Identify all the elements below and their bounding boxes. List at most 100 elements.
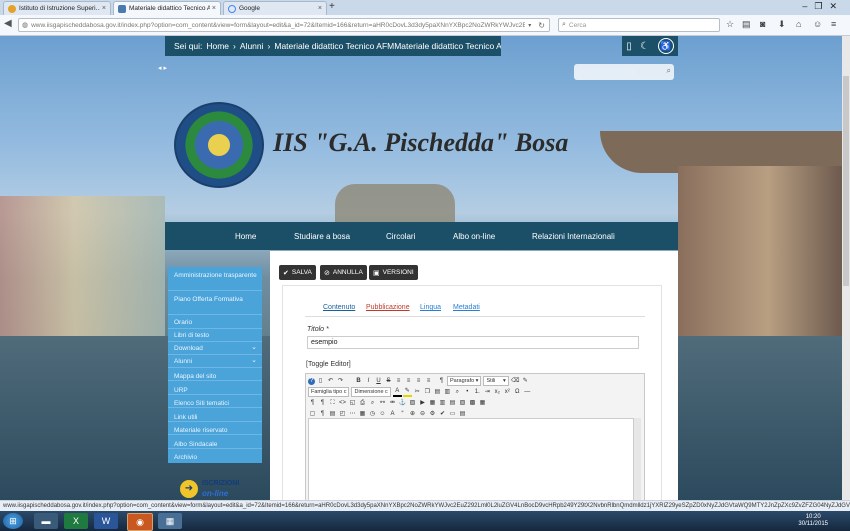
table-merge-icon[interactable]: ▩ (468, 399, 477, 407)
eraser-icon[interactable]: ⌫ (511, 377, 520, 385)
scrollbar-thumb[interactable] (843, 76, 849, 286)
sidebar-item-archivio[interactable]: Archivio (168, 450, 262, 462)
italic-icon[interactable]: I (364, 377, 373, 385)
table-row-icon[interactable]: ▥ (438, 399, 447, 407)
pilcrow-icon[interactable]: ¶ (318, 410, 327, 418)
home-icon[interactable]: ⌂ (796, 19, 801, 29)
delete-icon[interactable]: ⊖ (418, 410, 427, 418)
site-search-input[interactable]: ⌕ (574, 64, 674, 80)
firefox-icon[interactable]: ◉ (127, 513, 153, 531)
save-button[interactable]: ✔ SALVA (279, 265, 316, 280)
time-icon[interactable]: ◷ (368, 410, 377, 418)
strikethrough-icon[interactable]: S (384, 377, 393, 385)
reading-list-icon[interactable]: ▤ (742, 19, 751, 30)
versions-button[interactable]: ▣ VERSIONI (369, 265, 418, 280)
insert-icon[interactable]: ⊕ (408, 410, 417, 418)
blockquote-icon[interactable]: ▤ (458, 410, 467, 418)
sidebar-item-siti-tematici[interactable]: Elenco Siti tematici (168, 396, 262, 408)
align-right-icon[interactable]: ≡ (414, 377, 423, 385)
download-icon[interactable]: ⬇ (778, 19, 786, 30)
window-controls[interactable]: –❐✕ (802, 1, 844, 12)
sidebar-item-libri[interactable]: Libri di testo (168, 330, 262, 342)
browser-tab-google[interactable]: Google × (223, 1, 327, 15)
system-clock[interactable]: 10:20 30/11/2015 (798, 514, 828, 528)
address-bar[interactable]: ◍ www.iisgapischeddabosa.gov.it/index.ph… (18, 18, 550, 32)
excel-icon[interactable]: X (64, 513, 88, 529)
pocket-icon[interactable]: ◙ (760, 19, 765, 29)
browser-tab-materiale[interactable]: Materiale didattico Tecnico AF... × (113, 1, 221, 15)
chat-icon[interactable]: ☺ (813, 19, 822, 29)
sidebar-item-materiale-riservato[interactable]: Materiale riservato (168, 423, 262, 435)
brush-icon[interactable]: ✎ (521, 377, 530, 385)
preview-icon[interactable]: ◱ (348, 399, 357, 407)
date-icon[interactable]: ▦ (358, 410, 367, 418)
image-icon[interactable]: ▨ (408, 399, 417, 407)
abbr-icon[interactable]: A (388, 410, 397, 418)
text-color-icon[interactable]: A (392, 387, 402, 397)
tab-contenuto[interactable]: Contenuto (323, 304, 355, 311)
horizontal-rule-icon[interactable]: — (523, 388, 532, 396)
font-family-select[interactable]: Famiglia tipo c (308, 387, 350, 397)
app-icon[interactable]: ▦ (158, 513, 182, 529)
sidebar-item-pof[interactable]: Piano Offerta Formativa (168, 293, 262, 315)
sidebar-item-albo-sindacale[interactable]: Albo Sindacale (168, 437, 262, 449)
link-icon[interactable]: ⚯ (378, 399, 387, 407)
paste-icon[interactable]: ▤ (433, 388, 442, 396)
highlight-icon[interactable]: ✎ (402, 387, 412, 397)
emoticon-icon[interactable]: ☺ (378, 410, 387, 418)
back-button[interactable]: ◀ (4, 18, 12, 29)
nav-relazioni-internazionali[interactable]: Relazioni Internazionali (532, 232, 615, 241)
code-icon[interactable]: <> (338, 399, 347, 407)
subscript-icon[interactable]: x₂ (493, 388, 502, 396)
find-icon[interactable]: ⌕ (453, 388, 462, 396)
undo-icon[interactable]: ↶ (326, 377, 335, 385)
print-icon[interactable]: ⎙ (358, 399, 367, 407)
nonbreaking-icon[interactable]: ▭ (448, 410, 457, 418)
nav-albo-online[interactable]: Albo on-line (453, 232, 495, 241)
paragraph-format-icon[interactable]: ¶ (437, 377, 446, 385)
title-input[interactable]: esempio (307, 336, 639, 349)
star-icon[interactable]: ☆ (726, 19, 734, 30)
unlink-icon[interactable]: ⚮ (388, 399, 397, 407)
new-tab-button[interactable]: + (329, 1, 335, 12)
media-icon[interactable]: ▶ (418, 399, 427, 407)
reload-icon[interactable]: ↻ (534, 21, 549, 30)
new-document-icon[interactable]: ▯ (316, 377, 325, 385)
ltr-icon[interactable]: ¶ (308, 399, 317, 407)
nav-studiare-a-bosa[interactable]: Studiare a bosa (294, 232, 350, 241)
fullscreen-icon[interactable]: ⛶ (328, 399, 337, 407)
align-left-icon[interactable]: ≡ (394, 377, 403, 385)
iscrizioni-online-banner[interactable]: ➜ ISCRIZIONI on-line (180, 478, 240, 500)
browser-tab-istituto[interactable]: Istituto di Istruzione Superi... × (3, 1, 111, 15)
page-scrollbar[interactable] (842, 36, 850, 500)
close-tab-icon[interactable]: × (318, 5, 322, 12)
sidebar-item-alunni[interactable]: Alunni ⌄ (168, 356, 262, 368)
editor-text-area[interactable] (308, 418, 634, 500)
anchor-icon[interactable]: ⚓ (398, 399, 407, 407)
visual-aid-icon[interactable]: ▢ (308, 410, 317, 418)
breadcrumb-home[interactable]: Home (206, 41, 229, 51)
template-icon[interactable]: ▤ (328, 410, 337, 418)
editor-scrollbar[interactable] (634, 418, 641, 500)
bullet-list-icon[interactable]: • (463, 388, 472, 396)
tab-lingua[interactable]: Lingua (420, 304, 441, 311)
nav-circolari[interactable]: Circolari (386, 232, 415, 241)
cite-icon[interactable]: “ (398, 410, 407, 418)
cancel-button[interactable]: ⊘ ANNULLA (320, 265, 367, 280)
accessibility-icon[interactable]: ♿ (657, 38, 674, 54)
toggle-editor-link[interactable]: [Toggle Editor] (306, 361, 351, 368)
layer-icon[interactable]: ◰ (338, 410, 347, 418)
special-char-icon[interactable]: Ω (513, 388, 522, 396)
rtl-icon[interactable]: ¶ (318, 399, 327, 407)
redo-icon[interactable]: ↷ (336, 377, 345, 385)
table-delete-icon[interactable]: ▧ (458, 399, 467, 407)
indent-icon[interactable]: ⇥ (483, 388, 492, 396)
pagebreak-icon[interactable]: ⋯ (348, 410, 357, 418)
search-replace-icon[interactable]: ⌕ (368, 399, 377, 407)
sidebar-item-amministrazione[interactable]: Amministrazione trasparente (168, 269, 262, 291)
slideshow-controls[interactable]: ◂ ▸ (158, 64, 167, 72)
style-select[interactable]: Stili ▾ (483, 376, 509, 386)
tab-pubblicazione[interactable]: Pubblicazione (366, 304, 410, 311)
help-icon[interactable]: ? (308, 377, 315, 385)
browser-search-input[interactable]: ⌕ Cerca (558, 18, 720, 32)
